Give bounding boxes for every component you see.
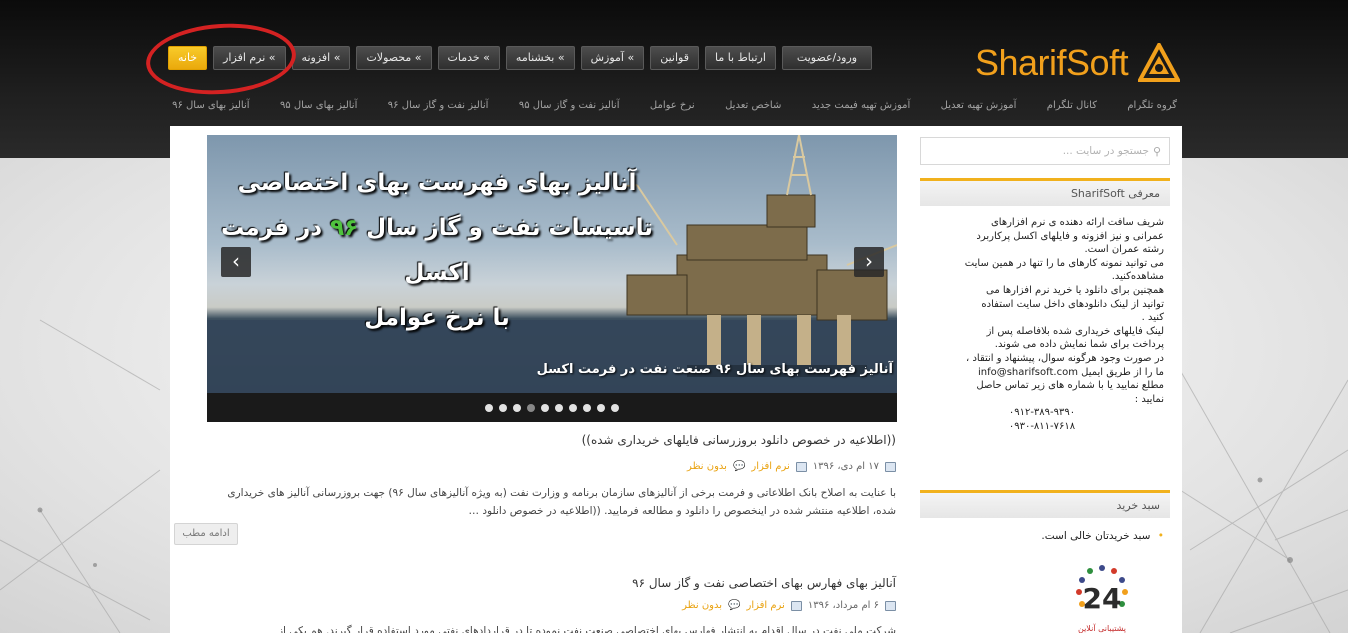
- menu-item-education[interactable]: » آموزش: [580, 46, 645, 70]
- slider-dot[interactable]: [485, 403, 493, 412]
- about-widget-title: معرفی SharifSoft: [920, 178, 1170, 206]
- sub-menu: آنالیز بهای سال ۹۶ آنالیز بهای سال ۹۵ آن…: [172, 100, 1177, 111]
- slider-dot[interactable]: [499, 403, 507, 412]
- menu-item-products[interactable]: » محصولات: [356, 46, 432, 70]
- site-logo[interactable]: SharifSoft: [975, 42, 1181, 84]
- post-2-title[interactable]: آنالیز بهای فهارس بهای اختصاصی نفت و گاز…: [632, 576, 896, 590]
- submenu-item-oil-gas-95[interactable]: آنالیز نفت و گاز سال ۹۵: [519, 100, 620, 111]
- calendar-icon: [885, 600, 896, 611]
- submenu-item-analysis-95[interactable]: آنالیز بهای سال ۹۵: [280, 100, 357, 111]
- menu-item-rules[interactable]: قوانین: [650, 46, 699, 70]
- slider-dot[interactable]: [513, 403, 521, 412]
- post-1-title[interactable]: ((اطلاعیه در خصوص دانلود بروزرسانی فایله…: [582, 433, 896, 447]
- slide-headline-line-3: با نرخ عوامل: [364, 305, 510, 331]
- slider-dot[interactable]: [541, 403, 549, 412]
- slide-year-highlight: ۹۶: [330, 215, 359, 241]
- menu-item-addons[interactable]: » افزونه: [291, 46, 351, 70]
- support-24-number: 24: [1083, 582, 1122, 615]
- logo-text: SharifSoft: [975, 42, 1129, 83]
- bullet-icon: •: [1157, 530, 1164, 542]
- slider-dot[interactable]: [611, 403, 619, 412]
- phone-number-2: ۰۹۳۰-۸۱۱-۷۶۱۸: [1008, 420, 1076, 432]
- slider-pagination: [207, 393, 897, 422]
- post-1-date: ۱۷ ام دی، ۱۳۹۶: [812, 461, 879, 472]
- slider-dot[interactable]: [597, 403, 605, 412]
- support-24-text: پشتیبانی آنلاین: [1078, 623, 1126, 633]
- menu-item-services[interactable]: » خدمات: [437, 46, 500, 70]
- post-2-meta: ۶ ام مرداد، ۱۳۹۶ نرم افزار 💬 بدون نظر: [682, 600, 896, 611]
- submenu-item-oil-gas-96[interactable]: آنالیز نفت و گاز سال ۹۶: [388, 100, 489, 111]
- slider-prev-arrow-icon[interactable]: ‹: [221, 247, 251, 277]
- search-placeholder: جستجو در سایت ...: [1062, 145, 1149, 157]
- menu-item-login-register[interactable]: ورود/عضویت: [781, 46, 873, 70]
- submenu-item-adjustment-tutorial[interactable]: آموزش تهیه تعدیل: [941, 100, 1017, 111]
- submenu-item-factor-rates[interactable]: نرخ عوامل: [650, 100, 695, 111]
- folder-icon: [790, 600, 802, 611]
- post-1-meta: ۱۷ ام دی، ۱۳۹۶ نرم افزار 💬 بدون نظر: [687, 461, 896, 472]
- post-2-category[interactable]: نرم افزار: [746, 600, 784, 611]
- submenu-item-telegram-channel[interactable]: کانال تلگرام: [1047, 100, 1097, 111]
- read-more-button[interactable]: ادامه مطب: [174, 523, 238, 545]
- image-slider[interactable]: آنالیز بهای فهرست بهای اختصاصی تاسیسات ن…: [207, 135, 897, 422]
- submenu-item-telegram-group[interactable]: گروه تلگرام: [1127, 100, 1177, 111]
- submenu-item-adjustment-index[interactable]: شاخص تعدیل: [725, 100, 781, 111]
- cart-widget-text: • سبد خریدتان خالی است.: [920, 530, 1170, 542]
- slide-headline: آنالیز بهای فهرست بهای اختصاصی تاسیسات ن…: [217, 161, 657, 341]
- comment-icon: 💬: [732, 461, 746, 472]
- submenu-item-analysis-96[interactable]: آنالیز بهای سال ۹۶: [172, 100, 249, 111]
- comment-icon: 💬: [728, 600, 741, 611]
- submenu-item-new-price-tutorial[interactable]: آموزش تهیه فیمت جدید: [812, 100, 911, 111]
- search-icon: ⚲: [1152, 144, 1161, 158]
- post-1-excerpt: با عنایت به اصلاح بانک اطلاعاتی و فرمت ب…: [227, 487, 896, 517]
- slider-dot[interactable]: [527, 403, 535, 412]
- post-1-comments[interactable]: بدون نظر: [687, 461, 727, 472]
- slide-caption: آنالیز فهرست بهای سال ۹۶ صنعت نفت در فرم…: [536, 362, 893, 377]
- slider-dot[interactable]: [569, 403, 577, 412]
- post-2-comments[interactable]: بدون نظر: [682, 600, 722, 611]
- menu-item-contact[interactable]: ارتباط با ما: [704, 46, 776, 70]
- calendar-icon: [885, 461, 896, 472]
- slide-headline-line-1: آنالیز بهای فهرست بهای اختصاصی: [237, 170, 637, 196]
- folder-icon: [795, 461, 807, 472]
- post-2-excerpt: شرکت ملی نفت در سال اقدام به انتشار فهار…: [277, 625, 896, 633]
- phone-number-1: ۰۹۱۲-۳۸۹-۹۳۹۰: [1008, 407, 1076, 419]
- slider-next-arrow-icon[interactable]: ›: [854, 247, 884, 277]
- slide-headline-line-2: تاسیسات نفت و گاز سال ۹۶ در فرمت اکسل: [221, 215, 653, 286]
- cart-widget-title: سبد خرید: [920, 490, 1170, 518]
- search-input[interactable]: ⚲ جستجو در سایت ...: [920, 137, 1170, 165]
- post-2-date: ۶ ام مرداد، ۱۳۹۶: [807, 600, 879, 611]
- menu-item-circulars[interactable]: » بخشنامه: [505, 46, 575, 70]
- slider-dot[interactable]: [583, 403, 591, 412]
- slider-dot[interactable]: [555, 403, 563, 412]
- support-24-badge[interactable]: 24 پشتیبانی آنلاین: [1067, 562, 1137, 633]
- post-1-category[interactable]: نرم افزار: [751, 461, 789, 472]
- about-widget-text: شریف سافت ارائه دهنده ی نرم افزارهای عمر…: [920, 216, 1170, 434]
- cart-empty-message: سبد خریدتان خالی است.: [1041, 530, 1151, 542]
- logo-triangle-icon: [1138, 43, 1181, 82]
